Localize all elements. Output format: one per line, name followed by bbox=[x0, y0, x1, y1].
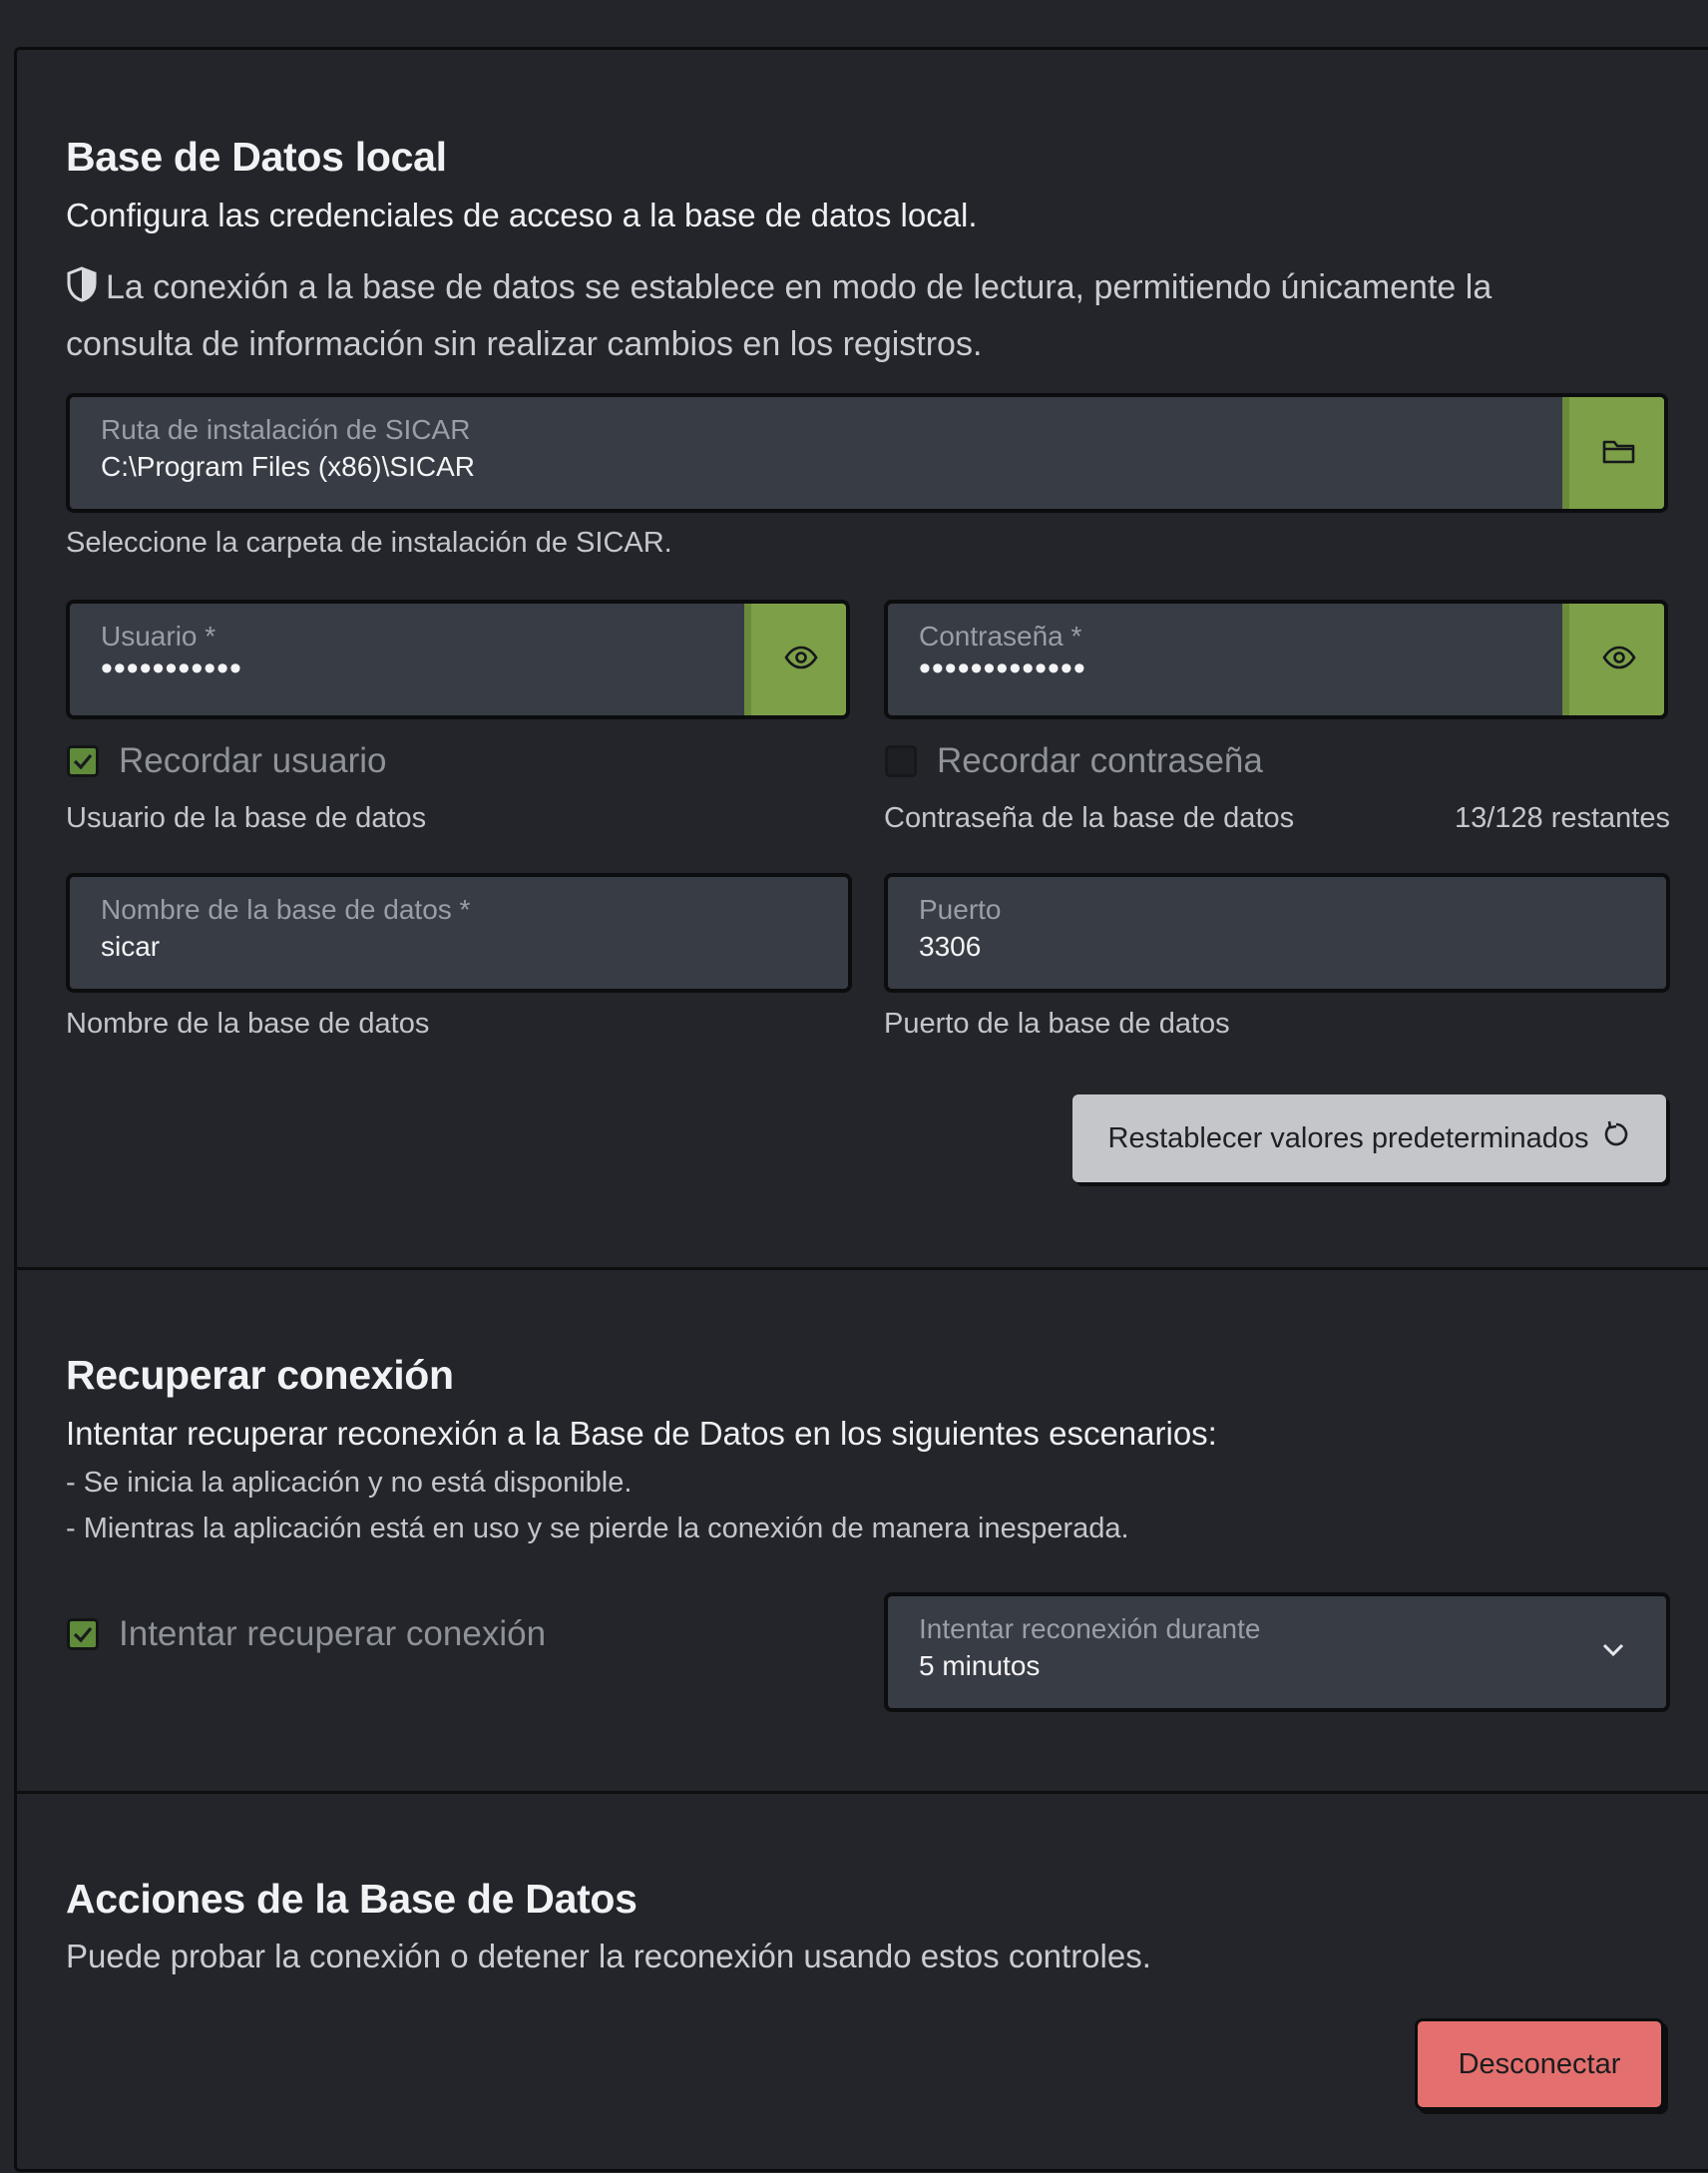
section-title-actions: Acciones de la Base de Datos bbox=[66, 1876, 638, 1922]
chevron-down-icon bbox=[1600, 1640, 1626, 1663]
show-password-button[interactable] bbox=[1562, 604, 1664, 715]
reset-defaults-label: Restablecer valores predeterminados bbox=[1107, 1121, 1589, 1154]
dbname-field[interactable]: Nombre de la base de datos * sicar bbox=[66, 873, 852, 993]
section-subtitle-actions: Puede probar la conexión o detener la re… bbox=[66, 1938, 1151, 1974]
port-field[interactable]: Puerto 3306 bbox=[884, 873, 1670, 993]
dbname-value[interactable]: sicar bbox=[101, 931, 160, 963]
section-divider bbox=[14, 1267, 1708, 1270]
check-icon bbox=[73, 753, 93, 770]
user-hint: Usuario de la base de datos bbox=[66, 802, 427, 834]
password-field[interactable]: Contraseña * ••••••••••••• bbox=[884, 600, 1668, 719]
user-masked-value[interactable]: ••••••••••• bbox=[101, 650, 242, 688]
section-title-recover: Recuperar conexión bbox=[66, 1352, 454, 1398]
section-title-db-local: Base de Datos local bbox=[66, 134, 447, 180]
folder-icon bbox=[1602, 437, 1636, 470]
remember-user-checkbox[interactable] bbox=[67, 745, 99, 777]
reconnect-duration-select[interactable]: Intentar reconexión durante 5 minutos bbox=[884, 1592, 1670, 1712]
show-user-button[interactable] bbox=[744, 604, 846, 715]
eye-icon bbox=[1601, 646, 1636, 674]
user-field[interactable]: Usuario * ••••••••••• bbox=[66, 600, 850, 719]
notice-line-2: consulta de información sin realizar cam… bbox=[66, 325, 983, 363]
refresh-icon bbox=[1602, 1119, 1630, 1157]
user-label: Usuario * bbox=[101, 621, 216, 652]
sicar-path-value[interactable]: C:\Program Files (x86)\SICAR bbox=[101, 451, 475, 483]
section-divider bbox=[14, 1791, 1708, 1794]
remember-password-label[interactable]: Recordar contraseña bbox=[937, 741, 1263, 781]
section-subtitle-recover: Intentar recuperar reconexión a la Base … bbox=[66, 1415, 1217, 1452]
recover-scenario-2: - Mientras la aplicación está en uso y s… bbox=[66, 1513, 1129, 1544]
sicar-path-field[interactable]: Ruta de instalación de SICAR C:\Program … bbox=[66, 393, 1668, 513]
password-label: Contraseña * bbox=[919, 621, 1082, 652]
notice-line-1: La conexión a la base de datos se establ… bbox=[106, 268, 1493, 306]
sicar-path-hint: Seleccione la carpeta de instalación de … bbox=[66, 527, 672, 559]
reconnect-duration-label: Intentar reconexión durante bbox=[919, 1613, 1261, 1644]
shield-icon bbox=[66, 265, 98, 318]
password-char-counter: 13/128 restantes bbox=[1454, 802, 1670, 834]
recover-connection-label[interactable]: Intentar recuperar conexión bbox=[119, 1614, 546, 1654]
browse-folder-button[interactable] bbox=[1562, 397, 1664, 509]
remember-user-label[interactable]: Recordar usuario bbox=[119, 741, 386, 781]
port-hint: Puerto de la base de datos bbox=[884, 1008, 1230, 1040]
dbname-label: Nombre de la base de datos * bbox=[101, 894, 471, 925]
disconnect-label: Desconectar bbox=[1458, 2047, 1621, 2080]
check-icon bbox=[73, 1626, 93, 1643]
port-label: Puerto bbox=[919, 894, 1002, 925]
remember-password-checkbox[interactable] bbox=[885, 745, 917, 777]
disconnect-button[interactable]: Desconectar bbox=[1415, 2018, 1664, 2110]
password-masked-value[interactable]: ••••••••••••• bbox=[919, 650, 1086, 688]
password-hint: Contraseña de la base de datos bbox=[884, 802, 1295, 834]
reconnect-duration-value: 5 minutos bbox=[919, 1650, 1041, 1681]
sicar-path-label: Ruta de instalación de SICAR bbox=[101, 414, 471, 445]
reset-defaults-button[interactable]: Restablecer valores predeterminados bbox=[1072, 1094, 1666, 1182]
recover-scenario-1: - Se inicia la aplicación y no está disp… bbox=[66, 1467, 633, 1499]
port-value[interactable]: 3306 bbox=[919, 931, 981, 963]
dbname-hint: Nombre de la base de datos bbox=[66, 1008, 430, 1040]
recover-connection-checkbox[interactable] bbox=[67, 1618, 99, 1650]
read-only-notice: La conexión a la base de datos se establ… bbox=[66, 261, 1672, 371]
section-subtitle-db-local: Configura las credenciales de acceso a l… bbox=[66, 197, 978, 233]
eye-icon bbox=[783, 646, 818, 674]
